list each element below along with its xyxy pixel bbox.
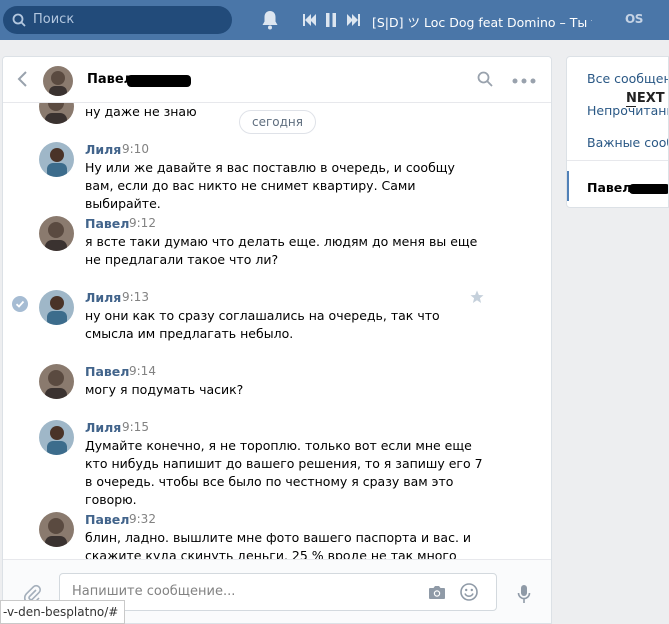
status-bar-url: -v-den-besplatno/# (0, 600, 126, 624)
message-author[interactable]: Лиля (85, 290, 121, 305)
message-text: могу я подумать часик? (85, 382, 244, 397)
menu-item-all-messages[interactable]: Все сообщения (587, 71, 668, 86)
message-author[interactable]: Лиля (85, 420, 121, 435)
redaction-mark (629, 184, 668, 194)
avatar-photo (39, 216, 74, 251)
conversations-menu: Все сообщения Непрочитанные Важные сообщ… (566, 56, 669, 208)
message-time[interactable]: 9:14 (129, 364, 156, 378)
message-author[interactable]: Лиля (85, 142, 121, 157)
date-divider: сегодня (239, 110, 316, 134)
message-time[interactable]: 9:13 (122, 290, 149, 304)
previous-track-icon[interactable] (303, 12, 317, 28)
active-indicator (567, 171, 569, 201)
read-check-icon[interactable] (12, 296, 28, 312)
avatar[interactable] (39, 142, 74, 177)
avatar[interactable] (39, 103, 74, 124)
more-icon[interactable] (512, 78, 536, 84)
search-box[interactable]: Поиск (3, 6, 232, 34)
avatar-photo (39, 290, 74, 325)
avatar-photo (43, 66, 73, 96)
top-bar: Поиск [S|D] ツ Loc Dog feat Domino – Ты т… (0, 0, 669, 40)
message-text: Ну или же давайте я вас поставлю в очере… (85, 160, 455, 211)
menu-divider (567, 160, 668, 161)
camera-icon[interactable] (428, 584, 446, 600)
chat-header: Павел (3, 57, 551, 103)
message-text: блин, ладно. вышлите мне фото вашего пас… (85, 530, 472, 559)
avatar[interactable] (39, 364, 74, 399)
message-text: я всте таки думаю что делать еще. людям … (85, 234, 478, 267)
redaction-mark (127, 75, 191, 87)
message-time[interactable]: 9:32 (129, 512, 156, 526)
avatar-photo (39, 364, 74, 399)
message-input-placeholder: Напишите сообщение... (72, 584, 236, 599)
avatar-photo (39, 512, 74, 547)
microphone-icon[interactable] (517, 584, 531, 604)
avatar[interactable] (39, 512, 74, 547)
message-time[interactable]: 9:10 (122, 142, 149, 156)
message-time[interactable]: 9:15 (122, 420, 149, 434)
avatar[interactable] (39, 420, 74, 455)
search-icon[interactable] (477, 71, 493, 87)
message-history[interactable]: ну даже не знаю сегодня Лиля 9:10 Ну или… (3, 103, 551, 559)
message-text: ну они как то сразу соглашались на очере… (85, 308, 440, 341)
chat-panel: Павел ну даже не знаю сегодня Лиля 9:10 … (2, 56, 552, 624)
message-author[interactable]: Павел (85, 364, 129, 379)
avatar-photo (39, 420, 74, 455)
avatar[interactable] (39, 216, 74, 251)
menu-item-active-conversation[interactable]: Павел (587, 180, 631, 195)
next-underline (626, 106, 636, 107)
message-text: Думайте конечно, я не тороплю. только во… (85, 438, 483, 507)
next-overlay-label[interactable]: NEXT (626, 91, 665, 106)
emoji-icon[interactable] (460, 583, 478, 601)
extension-logo[interactable]: OS (625, 12, 643, 26)
avatar-photo (39, 103, 74, 124)
bell-icon[interactable] (261, 10, 279, 30)
star-icon[interactable] (470, 290, 484, 304)
back-arrow-icon[interactable] (17, 71, 29, 87)
next-track-icon[interactable] (346, 12, 360, 28)
now-playing-track[interactable]: [S|D] ツ Loc Dog feat Domino – Ты та, (372, 12, 592, 31)
message-time[interactable]: 9:12 (129, 216, 156, 230)
message-author[interactable]: Павел (85, 216, 129, 231)
search-placeholder: Поиск (33, 12, 75, 27)
message-author[interactable]: Павел (85, 512, 129, 527)
avatar-photo (39, 142, 74, 177)
avatar[interactable] (43, 66, 73, 96)
search-icon (12, 13, 26, 27)
menu-item-important[interactable]: Важные сообщения (587, 135, 668, 150)
avatar[interactable] (39, 290, 74, 325)
pause-icon[interactable] (325, 12, 337, 28)
